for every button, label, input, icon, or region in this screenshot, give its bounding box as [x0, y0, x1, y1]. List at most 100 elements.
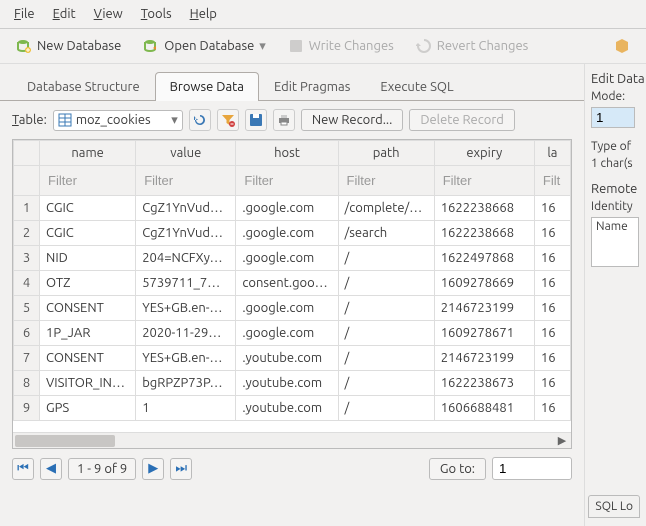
cell-la[interactable]: 16 [534, 296, 570, 321]
cell-path[interactable]: / [338, 296, 434, 321]
menu-file[interactable]: FFileile [6, 4, 43, 24]
menu-tools[interactable]: Tools [133, 4, 180, 24]
menu-view[interactable]: View [86, 4, 131, 24]
cell-la[interactable]: 16 [534, 271, 570, 296]
row-number[interactable]: 9 [14, 396, 40, 421]
table-row[interactable]: 3 NID 204=NCFXy… .google.com / 162249786… [14, 246, 571, 271]
row-number[interactable]: 7 [14, 346, 40, 371]
cell-expiry[interactable]: 1622238673 [434, 371, 534, 396]
table-row[interactable]: 7 CONSENT YES+GB.en-… .youtube.com / 214… [14, 346, 571, 371]
cell-value[interactable]: CgZ1YnVud… [136, 221, 236, 246]
cell-la[interactable]: 16 [534, 221, 570, 246]
col-name[interactable]: name [40, 141, 136, 166]
save-table-button[interactable] [245, 109, 267, 131]
col-expiry[interactable]: expiry [434, 141, 534, 166]
cell-host[interactable]: consent.goo… [236, 271, 338, 296]
cell-expiry[interactable]: 1622238668 [434, 196, 534, 221]
row-number[interactable]: 1 [14, 196, 40, 221]
col-la[interactable]: la [534, 141, 570, 166]
cell-la[interactable]: 16 [534, 246, 570, 271]
table-row[interactable]: 2 CGIC CgZ1YnVud… .google.com /search 16… [14, 221, 571, 246]
open-database-button[interactable]: Open Database ▾ [137, 35, 272, 57]
cell-value[interactable]: CgZ1YnVud… [136, 196, 236, 221]
col-value[interactable]: value [136, 141, 236, 166]
new-database-button[interactable]: New Database [10, 35, 127, 57]
cell-host[interactable]: .youtube.com [236, 371, 338, 396]
cell-host[interactable]: .youtube.com [236, 346, 338, 371]
cell-name[interactable]: CONSENT [40, 296, 136, 321]
cell-value[interactable]: YES+GB.en-… [136, 346, 236, 371]
table-row[interactable]: 5 CONSENT YES+GB.en-… .google.com / 2146… [14, 296, 571, 321]
cell-la[interactable]: 16 [534, 321, 570, 346]
cell-expiry[interactable]: 1606688481 [434, 396, 534, 421]
horizontal-scrollbar[interactable]: ▶ [13, 432, 571, 448]
filter-path[interactable] [345, 171, 428, 190]
filter-name[interactable] [46, 171, 129, 190]
new-record-button[interactable]: New Record... [301, 109, 404, 131]
filter-value[interactable] [142, 171, 229, 190]
cell-value[interactable]: YES+GB.en-… [136, 296, 236, 321]
cell-la[interactable]: 16 [534, 196, 570, 221]
tab-browse-data[interactable]: Browse Data [155, 72, 259, 101]
table-select[interactable]: moz_cookies ▾ [53, 110, 183, 131]
cell-la[interactable]: 16 [534, 371, 570, 396]
cell-path[interactable]: / [338, 271, 434, 296]
cell-name[interactable]: VISITOR_INF… [40, 371, 136, 396]
cell-path[interactable]: / [338, 346, 434, 371]
cell-host[interactable]: .google.com [236, 221, 338, 246]
refresh-button[interactable] [189, 109, 211, 131]
row-number[interactable]: 4 [14, 271, 40, 296]
cell-host[interactable]: .google.com [236, 321, 338, 346]
cell-value[interactable]: 1 [136, 396, 236, 421]
filter-expiry[interactable] [441, 171, 528, 190]
scroll-right-arrow[interactable]: ▶ [555, 433, 569, 449]
table-row[interactable]: 8 VISITOR_INF… bgRPZP73P… .youtube.com /… [14, 371, 571, 396]
cell-expiry[interactable]: 1622497868 [434, 246, 534, 271]
cell-la[interactable]: 16 [534, 346, 570, 371]
cell-expiry[interactable]: 1609278671 [434, 321, 534, 346]
last-page-button[interactable]: ⏭ [170, 458, 192, 480]
prev-page-button[interactable]: ◀ [40, 458, 62, 480]
table-row[interactable]: 6 1P_JAR 2020-11-29… .google.com / 16092… [14, 321, 571, 346]
menu-help[interactable]: Help [182, 4, 225, 24]
cell-value[interactable]: bgRPZP73P… [136, 371, 236, 396]
table-row[interactable]: 9 GPS 1 .youtube.com / 1606688481 16 [14, 396, 571, 421]
cell-path[interactable]: /complete/… [338, 196, 434, 221]
cell-name[interactable]: CONSENT [40, 346, 136, 371]
tab-edit-pragmas[interactable]: Edit Pragmas [259, 72, 365, 101]
cell-expiry[interactable]: 1622238668 [434, 221, 534, 246]
tab-execute-sql[interactable]: Execute SQL [365, 72, 468, 101]
cell-path[interactable]: /search [338, 221, 434, 246]
goto-input[interactable] [492, 457, 572, 480]
row-number[interactable]: 5 [14, 296, 40, 321]
cell-name[interactable]: 1P_JAR [40, 321, 136, 346]
cell-path[interactable]: / [338, 321, 434, 346]
cell-expiry[interactable]: 2146723199 [434, 346, 534, 371]
cell-value[interactable]: 204=NCFXy… [136, 246, 236, 271]
menu-edit[interactable]: Edit [45, 4, 84, 24]
goto-button[interactable]: Go to: [429, 458, 486, 480]
cell-la[interactable]: 16 [534, 396, 570, 421]
tab-database-structure[interactable]: Database Structure [12, 72, 155, 101]
dropdown-arrow-icon[interactable]: ▾ [259, 39, 266, 54]
cell-path[interactable]: / [338, 396, 434, 421]
cell-host[interactable]: .google.com [236, 246, 338, 271]
row-number[interactable]: 6 [14, 321, 40, 346]
sql-log-tab[interactable]: SQL Lo [588, 495, 640, 518]
cell-host[interactable]: .youtube.com [236, 396, 338, 421]
filter-host[interactable] [242, 171, 331, 190]
cell-host[interactable]: .google.com [236, 296, 338, 321]
cell-host[interactable]: .google.com [236, 196, 338, 221]
col-path[interactable]: path [338, 141, 434, 166]
col-host[interactable]: host [236, 141, 338, 166]
row-number[interactable]: 3 [14, 246, 40, 271]
scrollbar-thumb[interactable] [15, 435, 115, 447]
cell-expiry[interactable]: 2146723199 [434, 296, 534, 321]
row-number[interactable]: 8 [14, 371, 40, 396]
cell-path[interactable]: / [338, 246, 434, 271]
cell-value[interactable]: 2020-11-29… [136, 321, 236, 346]
cell-name[interactable]: CGIC [40, 196, 136, 221]
extra-button[interactable] [608, 35, 636, 57]
cell-name[interactable]: NID [40, 246, 136, 271]
cell-name[interactable]: GPS [40, 396, 136, 421]
